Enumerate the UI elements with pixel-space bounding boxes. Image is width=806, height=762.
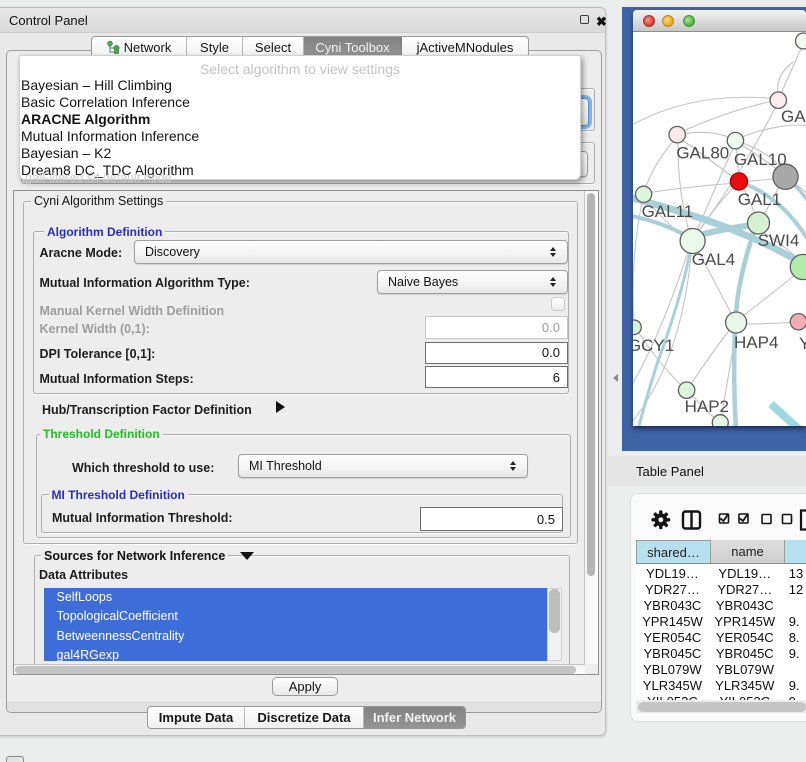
svg-text:GAL1: GAL1 — [738, 190, 781, 209]
svg-text:GAL80: GAL80 — [676, 144, 729, 163]
svg-text:GAL10: GAL10 — [734, 150, 787, 169]
svg-text:GAL2: GAL2 — [781, 107, 806, 126]
svg-text:SWI4: SWI4 — [758, 231, 800, 250]
svg-text:GAL11: GAL11 — [642, 202, 694, 221]
svg-text:GAL4: GAL4 — [692, 250, 735, 269]
svg-text:HAP2: HAP2 — [685, 397, 729, 416]
svg-text:YJ: YJ — [799, 334, 806, 353]
svg-text:HAP4: HAP4 — [734, 333, 778, 352]
svg-text:GCY1: GCY1 — [633, 336, 674, 355]
